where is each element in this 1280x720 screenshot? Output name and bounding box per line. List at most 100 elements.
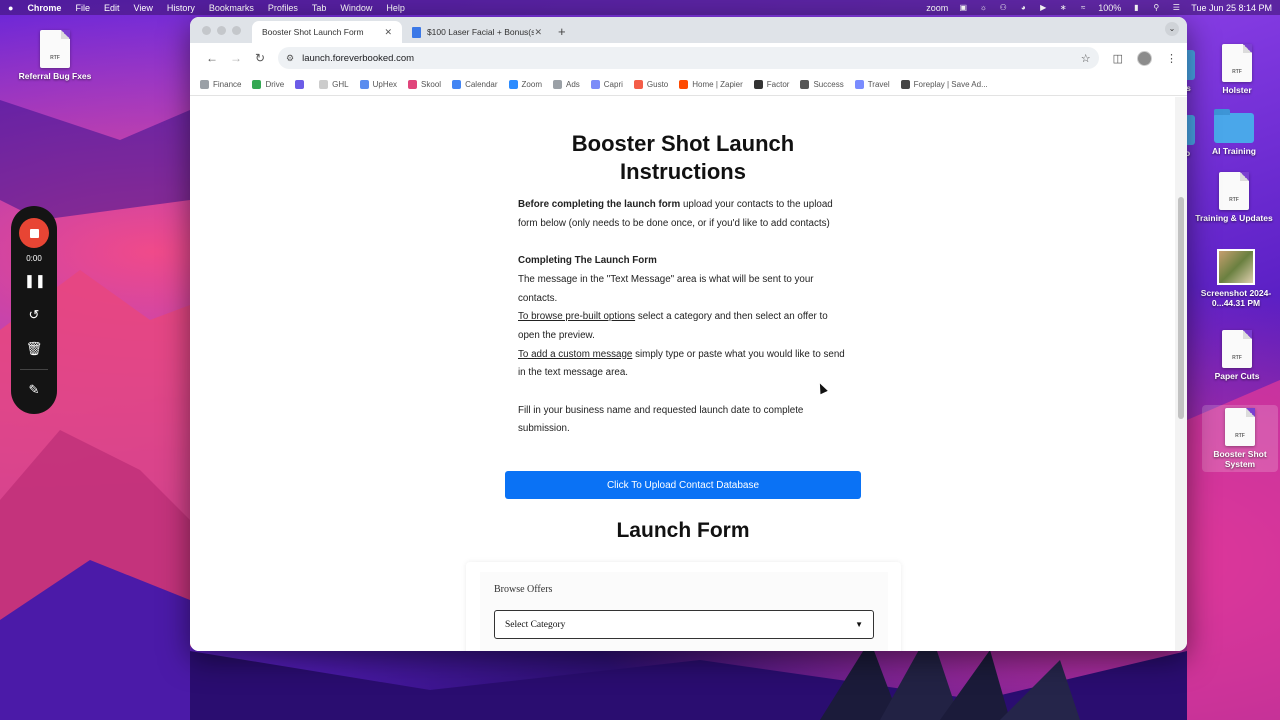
- bookmark-favicon-icon: [552, 79, 562, 89]
- page-content: Booster Shot Launch Instructions Before …: [190, 97, 1175, 651]
- macos-menu-bar: ● Chrome File Edit View History Bookmark…: [0, 0, 1280, 15]
- desktop-file-paper-cuts[interactable]: RTF Paper Cuts: [1197, 330, 1277, 381]
- close-window-button[interactable]: [202, 26, 211, 35]
- bookmark-item[interactable]: Ads: [552, 79, 580, 89]
- reload-button[interactable]: ↻: [248, 51, 272, 65]
- bookmark-label: GHL: [332, 79, 349, 89]
- minimize-window-button[interactable]: [217, 26, 226, 35]
- address-bar[interactable]: ⚙ launch.foreverbooked.com ☆: [278, 47, 1099, 69]
- folder-icon: [1214, 109, 1254, 143]
- stop-icon: [29, 228, 39, 238]
- custom-message-link: To add a custom message: [518, 348, 633, 360]
- desktop-file-referral-bug-fixes[interactable]: RTF Referral Bug Fxes: [15, 30, 95, 81]
- battery-icon[interactable]: ▮: [1131, 3, 1141, 12]
- screenshot-thumbnail: [1217, 249, 1255, 285]
- category-select[interactable]: Select Category ▼: [494, 610, 874, 639]
- zoom-status[interactable]: zoom: [926, 3, 948, 13]
- menu-window[interactable]: Window: [340, 3, 372, 13]
- scrollbar-thumb[interactable]: [1178, 197, 1184, 419]
- menu-profiles[interactable]: Profiles: [268, 3, 298, 13]
- bookmark-item[interactable]: Home | Zapier: [679, 79, 743, 89]
- menu-edit[interactable]: Edit: [104, 3, 120, 13]
- bookmark-item[interactable]: Travel: [854, 79, 890, 89]
- brightness-icon[interactable]: ☼: [978, 3, 988, 12]
- menu-help[interactable]: Help: [386, 3, 405, 13]
- desktop-file-screenshot[interactable]: Screenshot 2024-0...44.31 PM: [1196, 249, 1276, 308]
- divider: [20, 369, 48, 370]
- wifi-icon[interactable]: ≈: [1078, 3, 1088, 12]
- bookmark-label: Capri: [603, 79, 623, 89]
- browse-options-paragraph: To browse pre-built options select a cat…: [518, 311, 828, 341]
- bookmark-item[interactable]: [295, 79, 308, 89]
- bookmark-favicon-icon: [452, 79, 462, 89]
- tab-booster-shot-launch-form[interactable]: Booster Shot Launch Form ✕: [252, 21, 402, 43]
- rtf-document-icon: RTF: [40, 30, 70, 68]
- bluetooth-icon[interactable]: ∗: [1058, 3, 1068, 12]
- desktop-file-holster[interactable]: RTF Holster: [1197, 44, 1277, 95]
- bookmark-item[interactable]: Success: [800, 79, 844, 89]
- desktop-file-booster-shot-system[interactable]: RTF Booster Shot System: [1202, 405, 1278, 472]
- bookmark-item[interactable]: Foreplay | Save Ad...: [900, 79, 988, 89]
- play-icon[interactable]: ▶: [1038, 3, 1048, 12]
- accessibility-icon[interactable]: ⚇: [998, 3, 1008, 12]
- bookmark-item[interactable]: Factor: [753, 79, 789, 89]
- bookmark-item[interactable]: UpHex: [359, 79, 398, 89]
- bookmark-item[interactable]: Gusto: [633, 79, 668, 89]
- page-scrollbar[interactable]: [1175, 97, 1187, 651]
- desktop-folder-ai-training[interactable]: AI Training: [1194, 109, 1274, 156]
- control-center-icon[interactable]: ☰: [1171, 3, 1181, 12]
- spotlight-icon[interactable]: ⚲: [1151, 3, 1161, 12]
- tab-search-chevron-icon[interactable]: ⌄: [1165, 22, 1179, 36]
- bookmark-item[interactable]: Drive: [252, 79, 284, 89]
- menu-tab[interactable]: Tab: [312, 3, 327, 13]
- bookmark-favicon-icon: [900, 79, 910, 89]
- menu-bookmarks[interactable]: Bookmarks: [209, 3, 254, 13]
- more-menu-icon[interactable]: ⋮: [1166, 52, 1177, 65]
- profile-avatar[interactable]: [1137, 50, 1152, 66]
- restart-icon[interactable]: ↺: [24, 305, 44, 325]
- bookmark-star-icon[interactable]: ☆: [1081, 52, 1091, 65]
- close-tab-icon[interactable]: ✕: [534, 27, 542, 38]
- desktop-item-label: Holster: [1222, 85, 1252, 95]
- tab-laser-facial[interactable]: $100 Laser Facial + Bonus(s) ✕: [402, 21, 552, 43]
- bookmark-item[interactable]: Capri: [590, 79, 623, 89]
- bookmark-label: UpHex: [372, 79, 398, 89]
- menu-file[interactable]: File: [75, 3, 90, 13]
- rtf-document-icon: RTF: [1222, 330, 1252, 368]
- bookmark-item[interactable]: Calendar: [452, 79, 498, 89]
- site-info-icon[interactable]: ⚙: [286, 53, 294, 64]
- menu-history[interactable]: History: [167, 3, 195, 13]
- desktop-file-training-updates[interactable]: RTF Training & Updates: [1194, 172, 1274, 223]
- menu-view[interactable]: View: [133, 3, 152, 13]
- rtf-document-icon: RTF: [1222, 44, 1252, 82]
- bookmark-item[interactable]: Skool: [408, 79, 441, 89]
- apple-menu-icon[interactable]: ●: [8, 3, 13, 13]
- launch-form-card: Browse Offers Select Category ▼: [466, 562, 901, 651]
- browser-toolbar: ← → ↻ ⚙ launch.foreverbooked.com ☆ ◫ ⋮: [190, 43, 1187, 73]
- bookmark-item[interactable]: Finance: [200, 79, 241, 89]
- focus-icon[interactable]: ◕: [1018, 3, 1028, 12]
- maximize-window-button[interactable]: [232, 26, 241, 35]
- bookmark-label: Zoom: [521, 79, 542, 89]
- extensions-icon[interactable]: ◫: [1113, 52, 1123, 65]
- bookmark-item[interactable]: GHL: [319, 79, 349, 89]
- bookmark-item[interactable]: Zoom: [508, 79, 542, 89]
- bookmark-favicon-icon: [319, 79, 329, 89]
- stop-record-icon[interactable]: ▣: [958, 3, 968, 12]
- pause-icon[interactable]: ❚❚: [24, 271, 46, 291]
- upload-contact-database-button[interactable]: Click To Upload Contact Database: [505, 471, 861, 499]
- forward-button[interactable]: →: [224, 51, 248, 65]
- app-menu[interactable]: Chrome: [27, 3, 61, 13]
- bookmark-label: Foreplay | Save Ad...: [913, 79, 988, 89]
- back-button[interactable]: ←: [200, 51, 224, 65]
- page-title: Booster Shot Launch Instructions: [571, 131, 795, 184]
- tab-title: $100 Laser Facial + Bonus(s): [426, 27, 535, 37]
- battery-level[interactable]: 100%: [1098, 3, 1121, 13]
- trash-icon[interactable]: 🗑: [24, 339, 44, 359]
- stop-recording-button[interactable]: [19, 218, 49, 248]
- pencil-icon[interactable]: ✎: [24, 380, 44, 400]
- desktop-item-label: Screenshot 2024-0...44.31 PM: [1200, 288, 1272, 308]
- close-tab-icon[interactable]: ✕: [384, 27, 392, 38]
- menu-clock[interactable]: Tue Jun 25 8:14 PM: [1191, 3, 1272, 13]
- new-tab-button[interactable]: +: [558, 21, 566, 43]
